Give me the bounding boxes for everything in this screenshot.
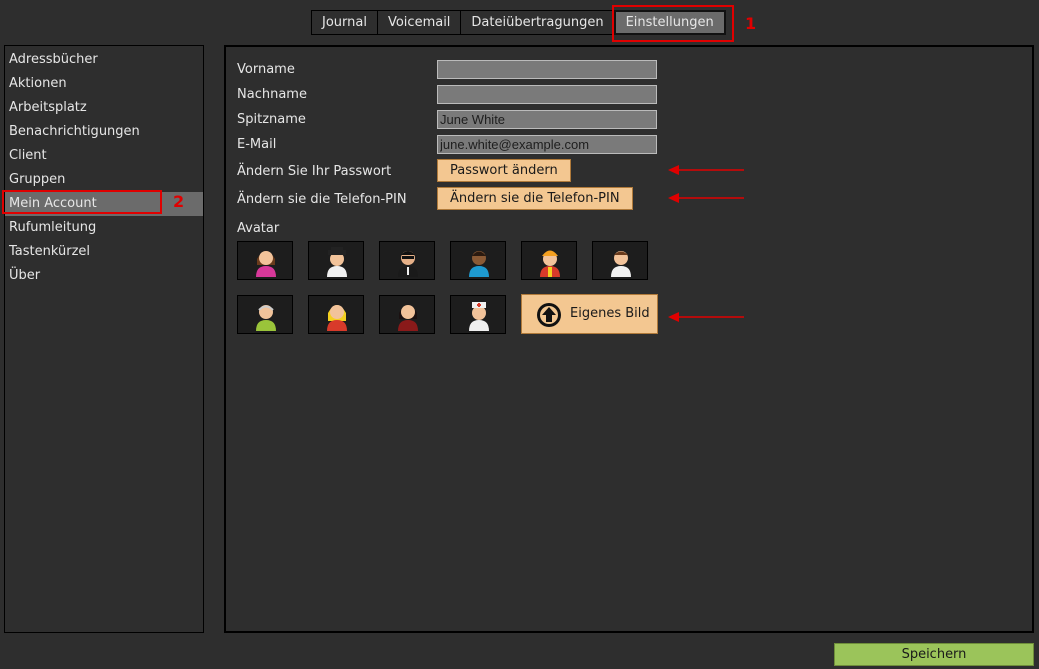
sidebar-item-workplace[interactable]: Arbeitsplatz: [5, 96, 203, 120]
own-image-label: Eigenes Bild: [570, 306, 650, 321]
sidebar-item-groups[interactable]: Gruppen: [5, 168, 203, 192]
email-field[interactable]: [437, 135, 657, 154]
blonde-red-dress-avatar-icon[interactable]: [308, 295, 364, 334]
man-sunglasses-avatar-icon[interactable]: [379, 241, 435, 280]
sidebar-item-about[interactable]: Über: [5, 264, 203, 288]
annotation-marker-1: 1: [745, 14, 757, 33]
change-pin-label: Ändern sie die Telefon-PIN: [237, 192, 407, 207]
doctor-avatar-icon[interactable]: [450, 295, 506, 334]
sidebar-item-notifications[interactable]: Benachrichtigungen: [5, 120, 203, 144]
change-password-button[interactable]: Passwort ändern: [437, 159, 571, 182]
sidebar-item-actions[interactable]: Aktionen: [5, 72, 203, 96]
tab-file-transfers[interactable]: Dateiübertragungen: [460, 10, 615, 35]
highlight-box-my-account: [2, 190, 162, 214]
red-arrow-icon: [668, 165, 744, 175]
sidebar-item-shortcuts[interactable]: Tastenkürzel: [5, 240, 203, 264]
sidebar-item-address-books[interactable]: Adressbücher: [5, 48, 203, 72]
tab-voicemail[interactable]: Voicemail: [376, 10, 462, 35]
upload-arrow-icon: [537, 303, 561, 327]
man-white-hat-avatar-icon[interactable]: [308, 241, 364, 280]
woman-pink-avatar-icon[interactable]: [237, 241, 293, 280]
avatar-label: Avatar: [237, 221, 280, 236]
last-name-label: Nachname: [237, 87, 307, 102]
sidebar-item-call-forwarding[interactable]: Rufumleitung: [5, 216, 203, 240]
nickname-label: Spitzname: [237, 112, 306, 127]
worker-helmet-avatar-icon[interactable]: [521, 241, 577, 280]
first-name-label: Vorname: [237, 62, 295, 77]
sidebar-item-client[interactable]: Client: [5, 144, 203, 168]
red-arrow-icon: [668, 312, 744, 322]
email-label: E-Mail: [237, 137, 277, 152]
own-image-button[interactable]: Eigenes Bild: [521, 294, 658, 334]
tab-journal[interactable]: Journal: [311, 10, 378, 35]
change-pin-button[interactable]: Ändern sie die Telefon-PIN: [437, 187, 633, 210]
man-blue-shirt-avatar-icon[interactable]: [450, 241, 506, 280]
highlight-box-settings-tab: [612, 5, 734, 42]
change-password-label: Ändern Sie Ihr Passwort: [237, 164, 392, 179]
red-arrow-icon: [668, 193, 744, 203]
last-name-field[interactable]: [437, 85, 657, 104]
old-man-green-avatar-icon[interactable]: [237, 295, 293, 334]
nickname-field[interactable]: [437, 110, 657, 129]
settings-sidebar: Adressbücher Aktionen Arbeitsplatz Benac…: [4, 45, 204, 633]
man-white-avatar-icon[interactable]: [592, 241, 648, 280]
first-name-field[interactable]: [437, 60, 657, 79]
save-button[interactable]: Speichern: [834, 643, 1034, 666]
woman-dark-red-avatar-icon[interactable]: [379, 295, 435, 334]
annotation-marker-2: 2: [173, 192, 185, 211]
account-settings-panel: Vorname Nachname Spitzname E-Mail Ändern…: [224, 45, 1034, 633]
